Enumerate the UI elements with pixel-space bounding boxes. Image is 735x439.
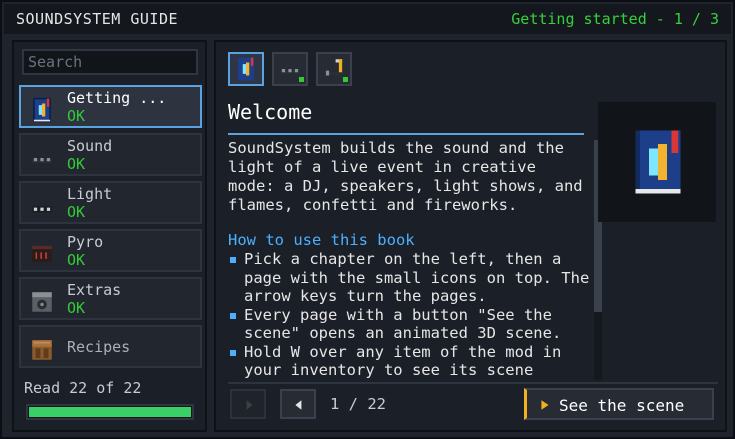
preview-panel (598, 102, 716, 222)
see-scene-label: See the scene (559, 396, 685, 415)
chapter-recipes[interactable]: Recipes (19, 325, 202, 368)
read-count: Read 22 of 22 (24, 379, 142, 397)
chapter-label: Recipes (67, 338, 131, 356)
list-item: Pick a chapter on the left, then a page … (228, 250, 598, 306)
section-subheading: How to use this book (228, 231, 415, 249)
next-page-button[interactable] (230, 389, 266, 419)
arrow-right-icon (246, 400, 253, 410)
instruction-list: Pick a chapter on the left, then a page … (228, 250, 598, 378)
page-tab-3[interactable] (316, 52, 352, 86)
speaker-block-icon (32, 292, 52, 312)
page-tab-1[interactable] (228, 52, 264, 86)
chapter-sound[interactable]: Sound OK (19, 133, 202, 176)
chapter-progress: Getting started - 1 / 3 (511, 10, 719, 28)
chapter-light[interactable]: Light OK (19, 181, 202, 224)
bullet-icon (230, 312, 236, 319)
heading-divider (228, 133, 584, 135)
cable-icon (32, 158, 52, 163)
page-number: 1 / 22 (330, 395, 386, 413)
window-title: SOUNDSYSTEM GUIDE (16, 10, 179, 28)
guide-window: SOUNDSYSTEM GUIDE Getting started - 1 / … (0, 0, 735, 439)
book-icon (635, 130, 681, 194)
chapter-status: OK (67, 251, 86, 269)
crafting-table-icon (32, 340, 52, 360)
chapter-status: OK (67, 299, 86, 317)
light-fixture-icon (32, 206, 52, 213)
chapter-status: OK (67, 203, 86, 221)
chapter-label: Light (67, 185, 113, 203)
book-icon (237, 57, 255, 81)
list-item-text: Pick a chapter on the left, then a page … (244, 250, 590, 305)
bullet-icon (230, 257, 236, 263)
chapter-status: OK (67, 155, 86, 173)
page-tab-2[interactable] (272, 52, 308, 86)
page-panel: Welcome SoundSystem builds the sound and… (214, 40, 727, 432)
chapter-pyro[interactable]: Pyro OK (19, 229, 202, 272)
chapter-label: Sound (67, 137, 113, 155)
footer-divider (228, 382, 718, 384)
read-progress-bar (26, 404, 194, 420)
search-input[interactable]: Search (22, 49, 198, 75)
list-item: Hold W over any item of the mod in your … (228, 342, 598, 379)
page-read-marker (343, 77, 348, 82)
list-item-text: Hold W over any item of the mod in your … (244, 342, 562, 379)
see-scene-button[interactable]: See the scene (524, 388, 714, 420)
chapter-label: Getting ... (67, 89, 167, 107)
read-progress-fill (29, 407, 191, 417)
pyro-box-icon (32, 245, 52, 263)
chapter-label: Extras (67, 281, 122, 299)
page-read-marker (299, 77, 304, 82)
list-item-text: Every page with a button "See the scene"… (244, 305, 562, 343)
chapter-getting-started[interactable]: Getting ... OK (19, 85, 202, 128)
page-heading: Welcome (228, 100, 313, 124)
play-icon (541, 400, 549, 410)
book-icon (33, 97, 51, 123)
bullet-icon (230, 349, 236, 356)
chapter-extras[interactable]: Extras OK (19, 277, 202, 320)
sidebar: Search Getting ... OK Sound OK Light OK (12, 40, 207, 432)
list-item: Every page with a button "See the scene"… (228, 306, 598, 343)
chapter-status: OK (67, 107, 86, 125)
intro-text: SoundSystem builds the sound and the lig… (228, 139, 583, 214)
arrow-left-icon (295, 400, 302, 410)
previous-page-button[interactable] (280, 389, 316, 419)
chapter-label: Pyro (67, 233, 104, 251)
title-bar: SOUNDSYSTEM GUIDE Getting started - 1 / … (4, 4, 731, 34)
